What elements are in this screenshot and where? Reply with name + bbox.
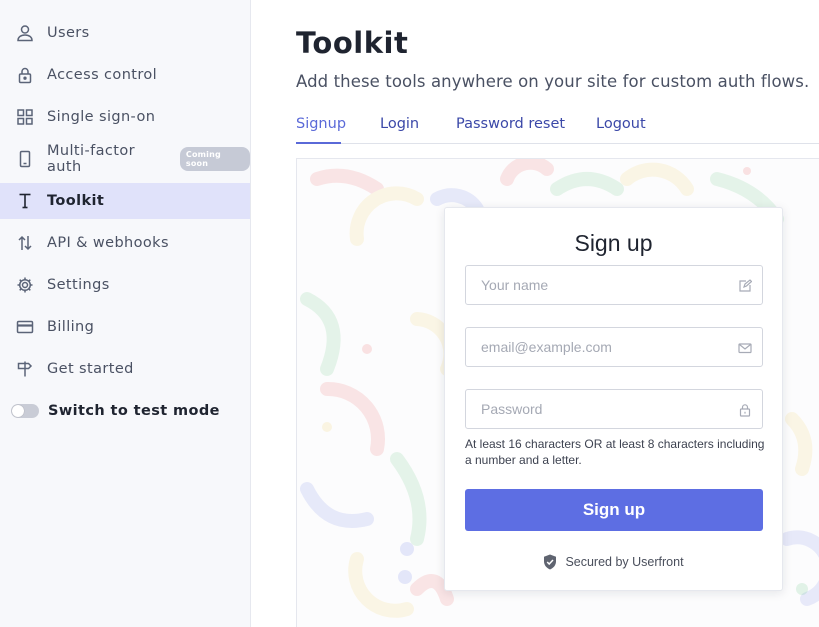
sidebar-item-label: Toolkit — [47, 193, 105, 209]
envelope-icon — [738, 340, 752, 354]
tab-logout[interactable]: Logout — [596, 116, 646, 132]
active-tab-indicator — [296, 142, 341, 144]
sidebar-item-single-sign-on[interactable]: Single sign-on — [0, 99, 250, 135]
shield-check-icon — [543, 554, 557, 570]
test-mode-label: Switch to test mode — [48, 403, 220, 419]
sidebar: Users Access control Single sign-on Mult… — [0, 0, 251, 627]
signup-submit-button[interactable]: Sign up — [465, 489, 763, 531]
tab-login[interactable]: Login — [380, 116, 419, 132]
signup-title: Sign up — [574, 230, 653, 256]
page-title: Toolkit — [296, 26, 409, 60]
sidebar-item-label: API & webhooks — [47, 235, 169, 251]
sidebar-item-label: Access control — [47, 67, 158, 83]
sidebar-item-label: Get started — [47, 361, 134, 377]
test-mode-row: Switch to test mode — [11, 400, 220, 422]
phone-icon — [16, 150, 34, 168]
credit-card-icon — [16, 318, 34, 336]
sidebar-item-settings[interactable]: Settings — [0, 267, 250, 303]
toggle-knob — [12, 405, 24, 417]
email-field[interactable] — [465, 327, 763, 367]
toolkit-icon — [16, 192, 34, 210]
toolkit-tabs: Signup Login Password reset Logout — [296, 114, 819, 144]
name-input[interactable] — [466, 266, 736, 304]
sidebar-item-multi-factor-auth[interactable]: Multi-factor auth Coming soon — [0, 141, 250, 177]
sidebar-item-access-control[interactable]: Access control — [0, 57, 250, 93]
sidebar-item-users[interactable]: Users — [0, 15, 250, 51]
tab-signup[interactable]: Signup — [296, 116, 346, 132]
sidebar-item-billing[interactable]: Billing — [0, 309, 250, 345]
sidebar-item-label: Settings — [47, 277, 110, 293]
sidebar-item-toolkit[interactable]: Toolkit — [0, 183, 250, 219]
grid-icon — [16, 108, 34, 126]
test-mode-toggle[interactable] — [11, 404, 39, 418]
signup-card: Sign up At least 16 characters OR at lea… — [444, 207, 783, 591]
user-icon — [16, 24, 34, 42]
lock-icon — [16, 66, 34, 84]
sidebar-item-label: Multi-factor auth — [47, 143, 135, 175]
secured-by-footer: Secured by Userfront — [445, 554, 782, 570]
password-input[interactable] — [466, 390, 736, 428]
lock-icon — [738, 402, 752, 417]
gear-icon — [16, 276, 34, 294]
tab-password-reset[interactable]: Password reset — [456, 116, 565, 132]
name-field[interactable] — [465, 265, 763, 305]
password-hint: At least 16 characters OR at least 8 cha… — [465, 437, 765, 467]
arrows-icon — [16, 234, 34, 252]
sidebar-item-api-webhooks[interactable]: API & webhooks — [0, 225, 250, 261]
email-input[interactable] — [466, 328, 736, 366]
sidebar-item-label: Single sign-on — [47, 109, 156, 125]
sidebar-item-label: Billing — [47, 319, 95, 335]
sidebar-item-get-started[interactable]: Get started — [0, 351, 250, 387]
password-field[interactable] — [465, 389, 763, 429]
page-subtitle: Add these tools anywhere on your site fo… — [296, 72, 810, 91]
signpost-icon — [16, 360, 34, 378]
secured-by-text: Secured by Userfront — [565, 555, 684, 569]
sidebar-item-label: Users — [47, 25, 90, 41]
coming-soon-badge: Coming soon — [179, 147, 250, 171]
edit-icon — [738, 278, 753, 292]
